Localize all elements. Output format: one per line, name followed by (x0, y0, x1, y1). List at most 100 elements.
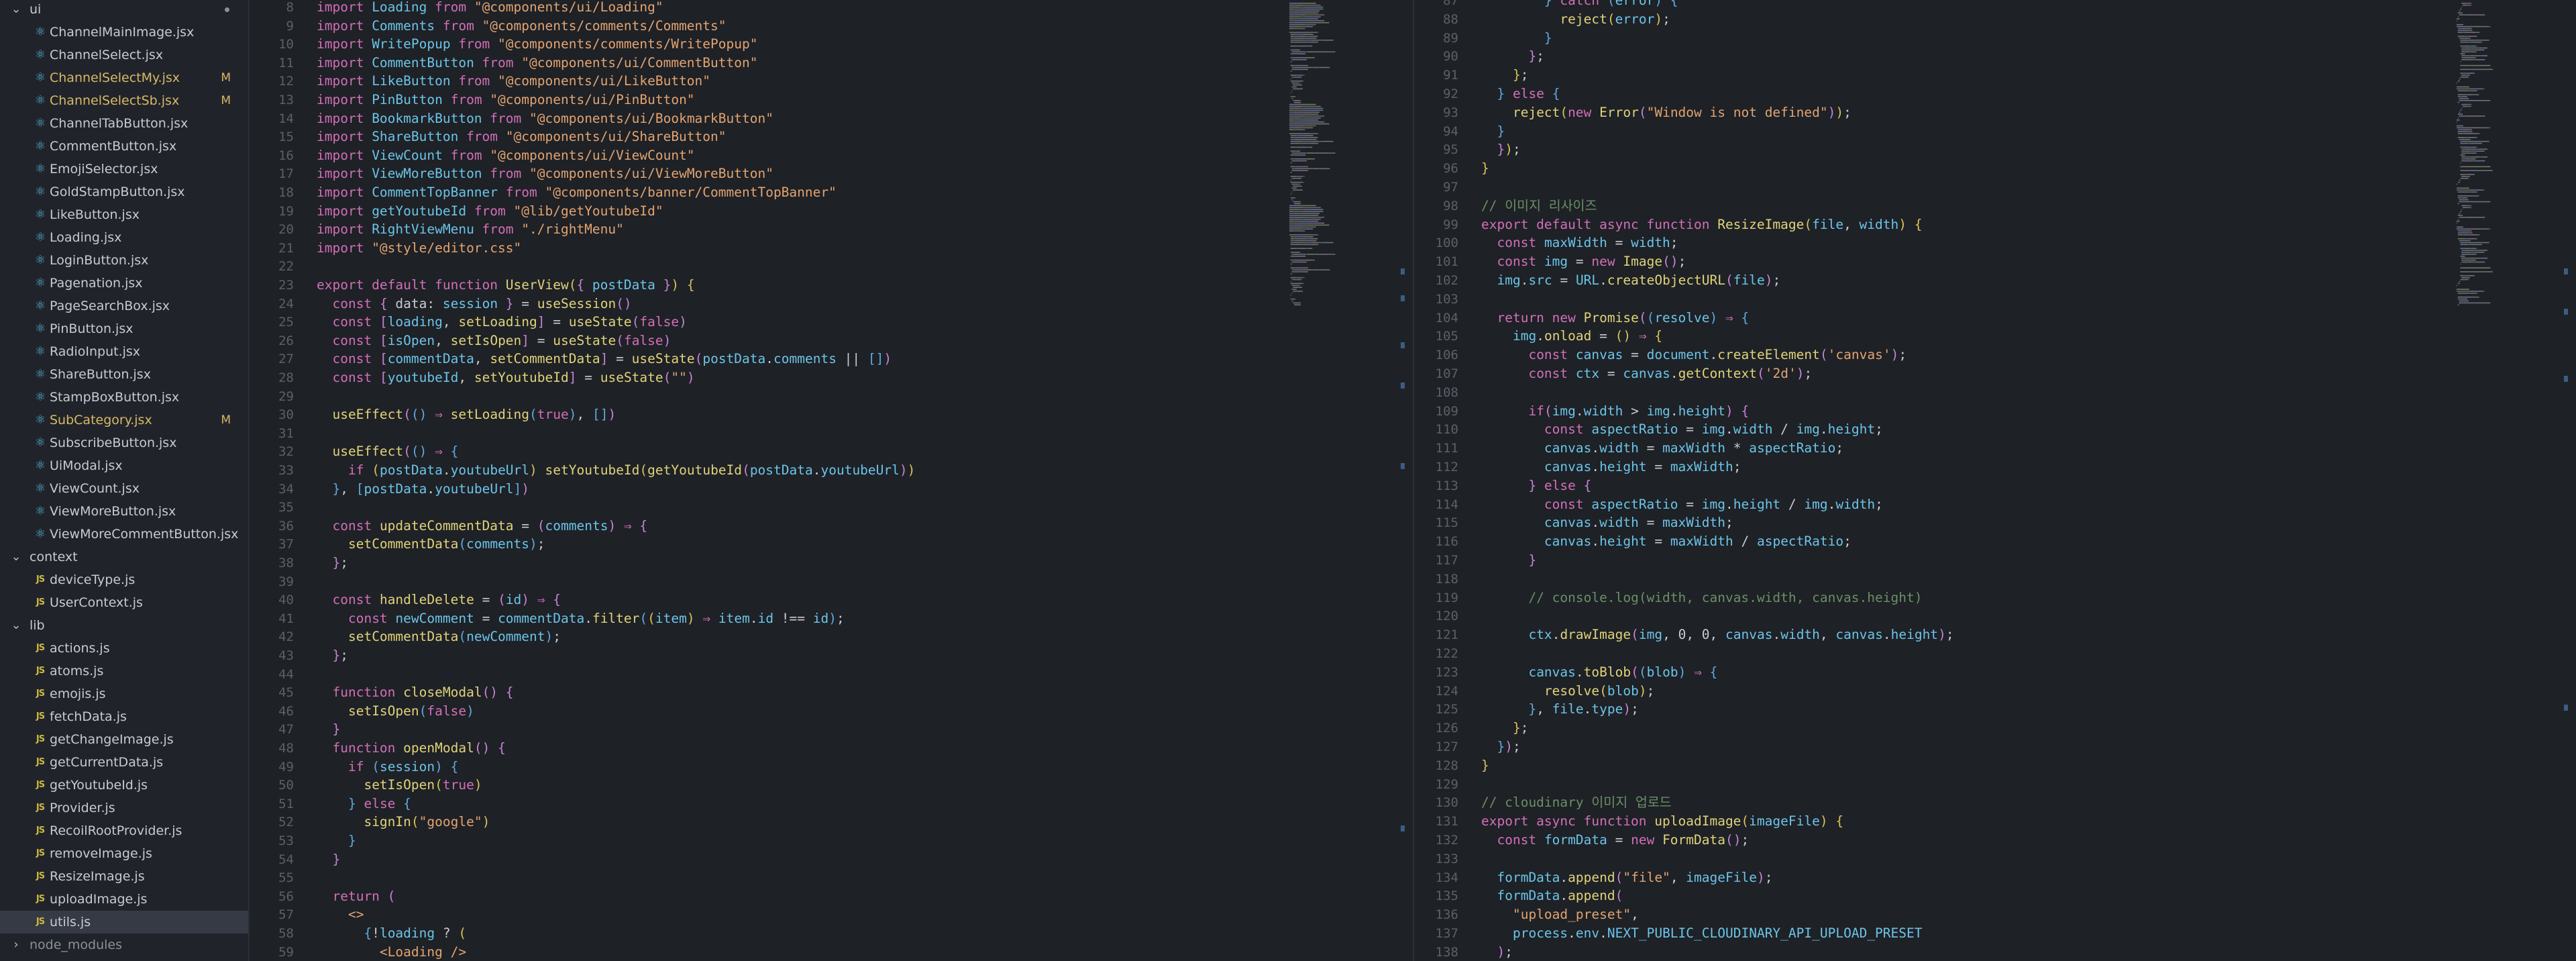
code-line[interactable]: import PinButton from "@components/ui/Pi… (317, 91, 695, 109)
code-line[interactable]: import ShareButton from "@components/ui/… (317, 128, 727, 146)
code-line[interactable]: // console.log(width, canvas.width, canv… (1481, 589, 1922, 607)
code-line[interactable]: formData.append( (1481, 887, 1623, 905)
code-line[interactable]: {!loading ? ( (317, 924, 466, 943)
code-line[interactable]: } else { (1481, 85, 1560, 103)
code-line[interactable]: }, file.type); (1481, 700, 1638, 719)
explorer-file[interactable]: JS Provider.js (0, 797, 248, 819)
code-line[interactable]: const newComment = commentData.filter((i… (317, 609, 845, 628)
code-line[interactable]: import getYoutubeId from "@lib/getYoutub… (317, 202, 663, 221)
code-line[interactable]: } catch (error) { (1481, 0, 1678, 10)
explorer-file[interactable]: ⚛ EmojiSelector.jsx (0, 158, 248, 181)
code-line[interactable]: }; (1481, 66, 1529, 85)
code-line[interactable]: import Loading from "@components/ui/Load… (317, 0, 663, 17)
code-line[interactable]: import WritePopup from "@components/comm… (317, 35, 757, 54)
explorer-file[interactable]: JS uploadImage.js (0, 888, 248, 911)
code-line[interactable]: reject(new Error("Window is not defined"… (1481, 103, 1851, 122)
explorer-file[interactable]: ⚛ StampBoxButton.jsx (0, 386, 248, 409)
code-line[interactable]: import CommentButton from "@components/u… (317, 54, 757, 72)
code-line[interactable]: import ViewCount from "@components/ui/Vi… (317, 146, 695, 165)
explorer-file[interactable]: ⚛ ChannelSelectSb.jsx M (0, 89, 248, 112)
code-line[interactable]: setIsOpen(true) (317, 776, 482, 795)
code-line[interactable]: canvas.toBlob((blob) ⇒ { (1481, 663, 1717, 682)
explorer-file[interactable]: ⚛ ShareButton.jsx (0, 363, 248, 386)
code-line[interactable]: const [isOpen, setIsOpen] = useState(fal… (317, 332, 671, 350)
code-line[interactable]: const updateCommentData = (comments) ⇒ { (317, 517, 647, 536)
code-line[interactable]: const handleDelete = (id) ⇒ { (317, 591, 561, 609)
explorer-file[interactable]: JS atoms.js (0, 660, 248, 682)
code-line[interactable]: <> (317, 905, 364, 924)
code-line[interactable]: const { data: session } = useSession() (317, 295, 631, 313)
code-line[interactable]: useEffect(() ⇒ setLoading(true), []) (317, 405, 616, 424)
code-line[interactable]: setIsOpen(false) (317, 702, 474, 721)
explorer-file[interactable]: ⚛ ChannelMainImage.jsx (0, 21, 248, 44)
explorer-folder[interactable]: ⌄ ui (0, 0, 248, 21)
editor-pane-right[interactable]: 87 88 89 90 91 92 93 94 95 96 97 98 99 100 101 102 103 10… (1414, 0, 2576, 961)
explorer-file[interactable]: ⚛ PageSearchBox.jsx (0, 295, 248, 317)
code-line[interactable]: canvas.height = maxWidth / aspectRatio; (1481, 532, 1851, 551)
editor-pane-left[interactable]: 8 9 10 11 12 13 14 15 16 17 18 19 20 21 22 23 24 25 26 27 28… (250, 0, 1414, 961)
explorer-file[interactable]: JS fetchData.js (0, 705, 248, 728)
code-line[interactable]: } else { (317, 795, 411, 813)
explorer-file[interactable]: JS deviceType.js (0, 568, 248, 591)
code-line[interactable]: signIn("google") (317, 813, 490, 831)
code-line[interactable]: process.env.NEXT_PUBLIC_CLOUDINARY_API_U… (1481, 924, 1923, 943)
explorer-folder[interactable]: ⌄ lib (0, 614, 248, 637)
code-line[interactable]: if (postData.youtubeUrl) setYoutubeId(ge… (317, 461, 915, 480)
code-line[interactable]: const maxWidth = width; (1481, 234, 1678, 252)
code-line[interactable]: } (1481, 29, 1552, 48)
code-line[interactable]: const ctx = canvas.getContext('2d'); (1481, 364, 1812, 383)
code-line[interactable]: const [commentData, setCommentData] = us… (317, 350, 892, 368)
minimap[interactable] (1287, 0, 1387, 309)
explorer-file[interactable]: JS UserContext.js (0, 591, 248, 614)
explorer-file[interactable]: JS removeImage.js (0, 842, 248, 865)
code-line[interactable]: "upload_preset", (1481, 905, 1639, 924)
explorer-file[interactable]: ⚛ PinButton.jsx (0, 317, 248, 340)
code-line[interactable]: } (1481, 159, 1489, 178)
explorer-file[interactable]: JS getCurrentData.js (0, 751, 248, 774)
code-line[interactable]: setCommentData(comments); (317, 535, 545, 554)
explorer-file[interactable]: ⚛ GoldStampButton.jsx (0, 181, 248, 203)
code-line[interactable]: formData.append("file", imageFile); (1481, 868, 1772, 887)
code-line[interactable]: export default async function ResizeImag… (1481, 215, 1923, 234)
code-line[interactable]: }; (317, 646, 348, 665)
explorer-folder[interactable]: › node_modules (0, 933, 248, 956)
code-line[interactable]: }); (1481, 140, 1520, 159)
code-line[interactable]: const img = new Image(); (1481, 252, 1686, 271)
code-line[interactable]: <Loading /> (317, 943, 466, 961)
code-line[interactable]: useEffect(() ⇒ { (317, 442, 458, 461)
code-line[interactable]: } (1481, 551, 1536, 570)
code-line[interactable]: ); (1481, 943, 1513, 961)
code-line[interactable]: const canvas = document.createElement('c… (1481, 346, 1907, 364)
code-line[interactable]: // 이미지 리사이즈 (1481, 197, 1597, 215)
explorer-file[interactable]: ⚛ LoginButton.jsx (0, 249, 248, 272)
code-line[interactable]: import LikeButton from "@components/ui/L… (317, 72, 710, 91)
explorer-file[interactable]: ⚛ ViewMoreCommentButton.jsx (0, 523, 248, 546)
code-line[interactable]: img.src = URL.createObjectURL(file); (1481, 271, 1780, 290)
explorer-file[interactable]: ⚛ UiModal.jsx (0, 454, 248, 477)
explorer-file[interactable]: ⚛ ChannelSelectMy.jsx M (0, 66, 248, 89)
explorer-file[interactable]: JS getChangeImage.js (0, 728, 248, 751)
code-line[interactable]: const [youtubeId, setYoutubeId] = useSta… (317, 368, 694, 387)
code-line[interactable]: }); (1481, 738, 1520, 756)
code-line[interactable]: const aspectRatio = img.height / img.wid… (1481, 495, 1883, 514)
code-line[interactable]: function closeModal() { (317, 683, 513, 702)
explorer-file[interactable]: JS getYoutubeId.js (0, 774, 248, 797)
explorer-file[interactable]: ⚛ ChannelTabButton.jsx (0, 112, 248, 135)
code-line[interactable]: return ( (317, 887, 395, 906)
explorer-file[interactable]: JS ResizeImage.js (0, 865, 248, 888)
explorer-file[interactable]: ⚛ ChannelSelect.jsx (0, 44, 248, 66)
editor-scrollbar[interactable] (1398, 0, 1413, 961)
editor-scrollbar[interactable] (2561, 0, 2576, 961)
explorer-file[interactable]: JS actions.js (0, 637, 248, 660)
code-line[interactable]: if (session) { (317, 758, 458, 776)
code-line[interactable]: export async function uploadImage(imageF… (1481, 812, 1843, 831)
code-line[interactable]: return new Promise((resolve) ⇒ { (1481, 309, 1749, 327)
code-line[interactable]: } (1481, 122, 1505, 141)
code-line[interactable]: const aspectRatio = img.width / img.heig… (1481, 420, 1883, 439)
explorer-file[interactable]: JS RecoilRootProvider.js (0, 819, 248, 842)
explorer-folder[interactable]: ⌄ context (0, 546, 248, 568)
explorer-file[interactable]: ⚛ SubscribeButton.jsx (0, 432, 248, 454)
code-line[interactable]: const [loading, setLoading] = useState(f… (317, 313, 686, 332)
explorer-file[interactable]: JS emojis.js (0, 682, 248, 705)
code-line[interactable]: import CommentTopBanner from "@component… (317, 183, 837, 202)
